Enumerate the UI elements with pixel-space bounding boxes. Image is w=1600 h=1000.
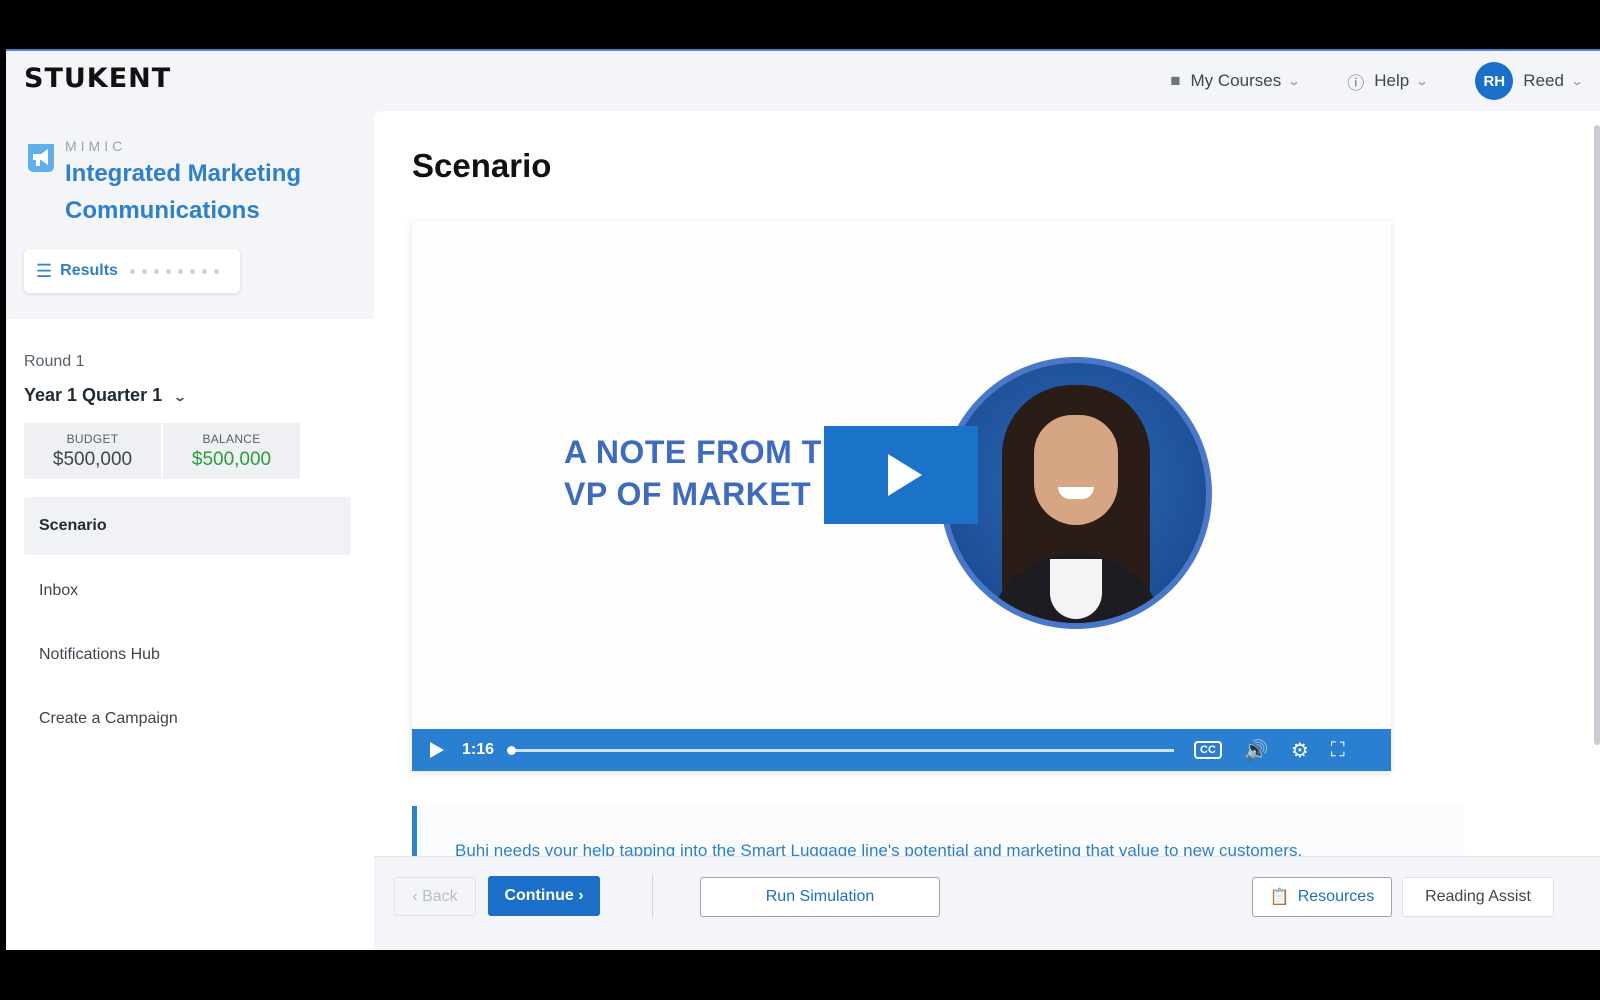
hamburger-icon: ☰: [36, 260, 53, 281]
my-courses-label: My Courses: [1190, 71, 1282, 90]
run-simulation-button[interactable]: Run Simulation: [700, 877, 940, 917]
sidebar-item-create-a-campaign[interactable]: Create a Campaign: [24, 687, 351, 751]
help-circle-icon: ⓘ: [1347, 73, 1365, 93]
chevron-down-icon: ⌄: [1287, 74, 1302, 88]
course-header: MIMIC Integrated Marketing Communication…: [6, 111, 374, 319]
budget-summary: BUDGET $500,000 BALANCE $500,000: [24, 423, 300, 479]
video-overlay-text: A NOTE FROM T VP OF MARKET: [564, 431, 822, 515]
progress-thumb[interactable]: [507, 745, 517, 755]
volume-icon[interactable]: 🔊: [1244, 738, 1269, 763]
balance-value: $500,000: [191, 448, 272, 470]
play-icon[interactable]: [430, 742, 444, 758]
divider: [652, 875, 653, 917]
top-navigation-bar: STUKENT ■ My Courses ⌄ ⓘ Help ⌄ RH Reed …: [6, 51, 1600, 111]
megaphone-icon: [28, 144, 54, 172]
results-button[interactable]: ☰ Results: [24, 249, 240, 293]
product-label: MIMIC: [65, 138, 127, 154]
round-panel: Round 1 Year 1 Quarter 1 ⌄ BUDGET $500,0…: [6, 319, 374, 950]
sidebar-item-scenario[interactable]: Scenario: [24, 497, 351, 555]
back-button[interactable]: ‹ Back: [394, 877, 476, 916]
resources-button[interactable]: 📋 Resources: [1252, 877, 1392, 917]
closed-captions-icon[interactable]: CC: [1194, 741, 1222, 759]
presenter-portrait: [940, 357, 1212, 629]
sidebar: MIMIC Integrated Marketing Communication…: [6, 111, 374, 950]
page-title: Scenario: [412, 147, 552, 184]
round-label: Round 1: [24, 353, 85, 370]
my-courses-menu[interactable]: ■ My Courses ⌄: [1170, 71, 1302, 91]
chevron-down-icon: ⌄: [1415, 74, 1430, 88]
help-label: Help: [1374, 71, 1410, 90]
course-title: Integrated Marketing Communications: [65, 160, 302, 224]
user-menu[interactable]: RH Reed ⌄: [1475, 62, 1585, 100]
results-label: Results: [60, 262, 118, 279]
app-window: STUKENT ■ My Courses ⌄ ⓘ Help ⌄ RH Reed …: [6, 49, 1600, 950]
play-icon: [888, 454, 922, 496]
courses-icon: ■: [1170, 71, 1181, 90]
scenario-intro: Buhi needs your help tapping into the Sm…: [412, 806, 1464, 856]
video-time: 1:16: [462, 741, 495, 758]
chevron-down-icon: ⌄: [173, 390, 188, 404]
budget-cell: BUDGET $500,000: [24, 423, 161, 479]
big-play-button[interactable]: [824, 426, 978, 524]
stukent-logo[interactable]: STUKENT: [24, 63, 171, 94]
resources-label: Resources: [1297, 888, 1375, 905]
video-player[interactable]: A NOTE FROM T VP OF MARKET 1:16 CC 🔊 ⚙ ⛶: [412, 221, 1391, 771]
scenario-intro-text: Buhi needs your help tapping into the Sm…: [455, 841, 1303, 856]
user-name: Reed: [1523, 71, 1564, 90]
sidebar-item-inbox[interactable]: Inbox: [24, 559, 351, 623]
gear-icon[interactable]: ⚙: [1291, 738, 1309, 763]
chevron-down-icon: ⌄: [1569, 74, 1585, 88]
footer-toolbar: ‹ Back Continue › Run Simulation 📋 Resou…: [374, 856, 1600, 950]
video-progress-bar[interactable]: [507, 745, 1175, 755]
quarter-selector[interactable]: Year 1 Quarter 1 ⌄: [24, 385, 188, 406]
quarter-label: Year 1 Quarter 1: [24, 385, 163, 405]
scrollbar[interactable]: [1594, 125, 1600, 745]
continue-button[interactable]: Continue ›: [488, 876, 600, 916]
video-controls: 1:16 CC 🔊 ⚙ ⛶: [412, 729, 1391, 771]
balance-label: BALANCE: [202, 431, 261, 446]
balance-cell: BALANCE $500,000: [161, 423, 300, 479]
header-actions: ■ My Courses ⌄ ⓘ Help ⌄ RH Reed ⌄: [1170, 51, 1600, 111]
help-menu[interactable]: ⓘ Help ⌄: [1347, 69, 1430, 94]
reading-assist-button[interactable]: Reading Assist: [1402, 877, 1554, 917]
sidebar-menu: Scenario Inbox Notifications Hub Create …: [24, 497, 351, 751]
round-progress-dots: [129, 268, 226, 274]
budget-label: BUDGET: [66, 431, 119, 446]
fullscreen-icon[interactable]: ⛶: [1331, 739, 1345, 762]
video-overlay-line-2: VP OF MARKET: [564, 476, 812, 512]
budget-value: $500,000: [52, 448, 133, 470]
video-overlay-line-1: A NOTE FROM T: [564, 434, 822, 470]
clipboard-icon: 📋: [1269, 889, 1290, 906]
avatar: RH: [1475, 62, 1514, 100]
main-content: Scenario A NOTE FROM T VP OF MARKET 1:16…: [374, 111, 1600, 856]
sidebar-item-notifications-hub[interactable]: Notifications Hub: [24, 623, 351, 687]
